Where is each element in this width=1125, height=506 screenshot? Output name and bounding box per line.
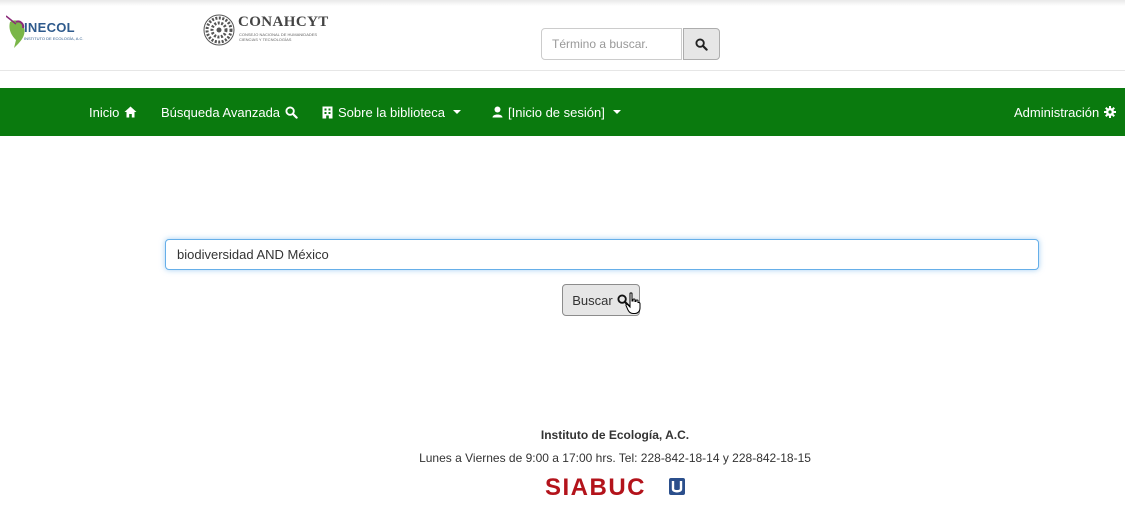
main-search-input[interactable]: [165, 239, 1039, 270]
hand-cursor-icon: [625, 292, 641, 314]
search-icon: [285, 105, 298, 119]
home-icon: [124, 106, 137, 118]
siabuc-emblem-icon: [669, 478, 685, 495]
gear-icon: [1104, 106, 1117, 118]
nav-administracion[interactable]: Administración: [1014, 88, 1117, 136]
chevron-down-icon: [612, 110, 621, 114]
nav-inicio-de-sesion[interactable]: [Inicio de sesión]: [492, 88, 621, 136]
footer-hours: Lunes a Viernes de 9:00 a 17:00 hrs. Tel…: [419, 451, 811, 465]
conahcyt-logo-text: CONAHCYT: [238, 14, 329, 30]
header-shadow: [0, 0, 1125, 6]
siabuc-logo[interactable]: SIABUC: [545, 474, 685, 498]
nav-inicio-label: Inicio: [89, 104, 120, 120]
header-search-input[interactable]: [541, 28, 682, 60]
building-icon: [322, 106, 333, 118]
inecol-logo-text: INECOL: [24, 20, 75, 35]
nav-administracion-label: Administración: [1014, 104, 1100, 120]
conahcyt-emblem-icon: [203, 14, 235, 46]
nav-sobre-la-biblioteca-label: Sobre la biblioteca: [338, 104, 445, 120]
nav-busqueda-avanzada[interactable]: Búsqueda Avanzada: [161, 88, 298, 136]
top-header: INECOL INSTITUTO DE ECOLOGÍA, A.C. CONAH…: [0, 0, 1125, 71]
search-icon: [695, 37, 708, 51]
nav-sobre-la-biblioteca[interactable]: Sobre la biblioteca: [322, 88, 461, 136]
footer-institution: Instituto de Ecología, A.C.: [540, 428, 690, 442]
inecol-logo-subtext: INSTITUTO DE ECOLOGÍA, A.C.: [24, 36, 84, 41]
navbar: Inicio Búsqueda Avanzada Sobre la biblio…: [0, 88, 1125, 136]
conahcyt-logo-subtext: CONSEJO NACIONAL DE HUMANIDADES CIENCIAS…: [239, 32, 318, 42]
user-icon: [492, 106, 503, 118]
nav-busqueda-avanzada-label: Búsqueda Avanzada: [161, 104, 281, 120]
header-search-button[interactable]: [683, 28, 720, 60]
buscar-button-label: Buscar: [572, 292, 613, 308]
nav-inicio-de-sesion-label: [Inicio de sesión]: [508, 104, 605, 120]
nav-inicio[interactable]: Inicio: [89, 88, 137, 136]
siabuc-logo-text: SIABUC: [545, 474, 646, 498]
chevron-down-icon: [452, 110, 461, 114]
